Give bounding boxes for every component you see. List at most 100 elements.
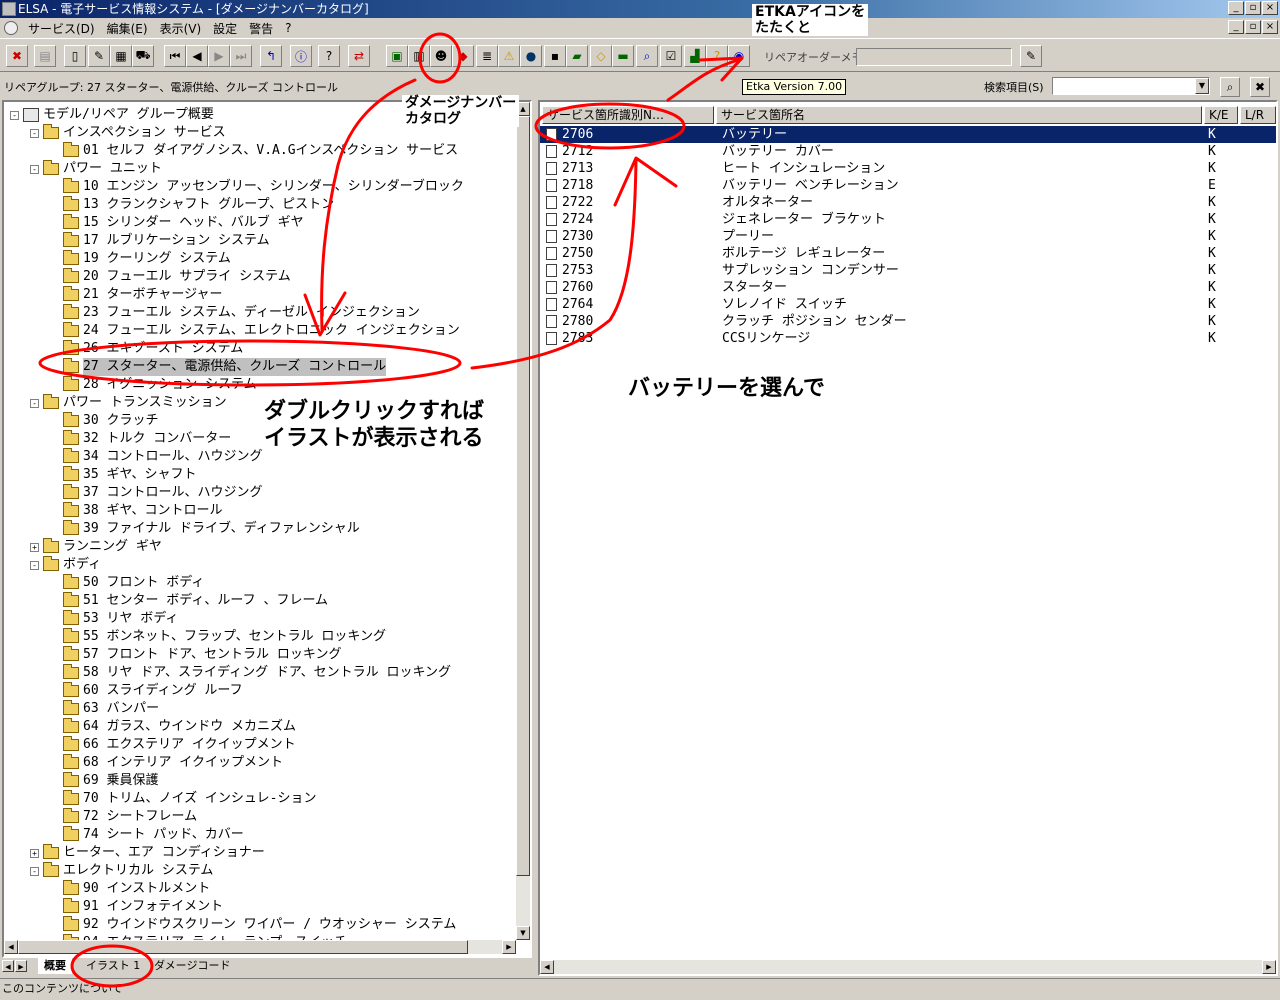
help-icon[interactable]: ? bbox=[318, 45, 340, 67]
tree-item[interactable]: + ヒーター、エア コンディショナー bbox=[30, 844, 265, 862]
car-icon[interactable]: ▬ bbox=[612, 45, 634, 67]
column-header-name[interactable]: サービス箇所名 bbox=[716, 106, 1202, 124]
tree-item[interactable]: 91 インフォテイメント bbox=[50, 898, 223, 916]
tree-item[interactable]: 19 クーリング システム bbox=[50, 250, 231, 268]
expand-icon[interactable]: + bbox=[30, 542, 39, 552]
checklist-icon[interactable]: ☑ bbox=[660, 45, 682, 67]
tree-item[interactable]: 63 バンパー bbox=[50, 700, 159, 718]
doc-restore-button[interactable]: ▫ bbox=[1245, 20, 1261, 34]
tree-item[interactable]: 58 リヤ ドア、スライディング ドア、セントラル ロッキング bbox=[50, 664, 451, 682]
chevron-down-icon[interactable]: ▼ bbox=[1195, 78, 1209, 94]
list-row[interactable]: 2753 サプレッション コンデンサー K bbox=[540, 262, 1276, 279]
expand-icon[interactable]: + bbox=[30, 848, 39, 858]
etka-icon[interactable]: ◉ bbox=[728, 45, 750, 67]
doc-minimize-button[interactable]: _ bbox=[1228, 20, 1244, 34]
search-icon[interactable]: ⌕ bbox=[1220, 77, 1240, 97]
menu-view[interactable]: 表示(V) bbox=[154, 20, 208, 37]
list-row[interactable]: 2718 バッテリー ベンチレーション E bbox=[540, 177, 1276, 194]
tree-item[interactable]: 30 クラッチ bbox=[50, 412, 158, 430]
tree-scroll-thumb[interactable] bbox=[516, 116, 530, 876]
previous-page-icon[interactable]: ◀ bbox=[186, 45, 208, 67]
new-document-icon[interactable]: ▯ bbox=[64, 45, 86, 67]
tree-item[interactable]: 72 シートフレーム bbox=[50, 808, 197, 826]
globe-icon[interactable]: ● bbox=[520, 45, 542, 67]
menu-edit[interactable]: 編集(E) bbox=[101, 20, 154, 37]
tree-item[interactable]: 68 インテリア イクイップメント bbox=[50, 754, 283, 772]
list-row[interactable]: 2713 ヒート インシュレーション K bbox=[540, 160, 1276, 177]
tree-item[interactable]: 15 シリンダー ヘッド、バルブ ギヤ bbox=[50, 214, 304, 232]
tree-item[interactable]: 21 ターボチャージャー bbox=[50, 286, 222, 304]
tag-icon[interactable]: ◇ bbox=[590, 45, 612, 67]
next-page-icon[interactable]: ▶ bbox=[208, 45, 230, 67]
tree-item[interactable]: - パワー ユニット bbox=[30, 160, 162, 178]
menu-warning[interactable]: 警告 bbox=[243, 20, 279, 37]
collapse-icon[interactable]: - bbox=[30, 398, 39, 408]
tree-item[interactable]: 34 コントロール、ハウジング bbox=[50, 448, 262, 466]
tree-item[interactable]: 50 フロント ボディ bbox=[50, 574, 204, 592]
damage-catalog-icon[interactable]: ☻ bbox=[430, 45, 452, 67]
tree-horizontal-scrollbar[interactable]: ◀ ▶ bbox=[4, 940, 516, 954]
list-row[interactable]: 2730 プーリー K bbox=[540, 228, 1276, 245]
collapse-icon[interactable]: - bbox=[30, 164, 39, 174]
exit-icon[interactable]: ✖ bbox=[6, 45, 28, 67]
save-icon[interactable]: ▪ bbox=[544, 45, 566, 67]
tree-item[interactable]: 32 トルク コンバーター bbox=[50, 430, 231, 448]
tree-item[interactable]: 69 乗員保護 bbox=[50, 772, 158, 790]
tree-item[interactable]: 26 エキゾースト システム bbox=[50, 340, 243, 358]
list-row[interactable]: 2706 バッテリー K bbox=[540, 126, 1276, 143]
tab-damage-code[interactable]: ダメージコード bbox=[148, 958, 236, 974]
list-horizontal-scrollbar[interactable]: ◀ ▶ bbox=[540, 960, 1276, 974]
collapse-icon[interactable]: - bbox=[30, 866, 39, 876]
tree-item[interactable]: 38 ギヤ、コントロール bbox=[50, 502, 222, 520]
list-scroll-left-icon[interactable]: ◀ bbox=[540, 960, 554, 974]
column-header-id[interactable]: サービス箇所識別N… bbox=[542, 106, 714, 124]
column-header-lr[interactable]: L/R bbox=[1240, 106, 1276, 124]
tree-item[interactable]: - パワー トランスミッション bbox=[30, 394, 227, 412]
list-row[interactable]: 2724 ジェネレーター ブラケット K bbox=[540, 211, 1276, 228]
print-icon[interactable]: ▤ bbox=[34, 45, 56, 67]
collapse-icon[interactable]: - bbox=[30, 560, 39, 570]
doc-close-button[interactable]: × bbox=[1262, 20, 1278, 34]
tree-item[interactable]: 35 ギヤ、シャフト bbox=[50, 466, 196, 484]
tab-next-icon[interactable]: ▶ bbox=[15, 960, 27, 972]
tree-item[interactable]: 24 フューエル システム、エレクトロニック インジェクション bbox=[50, 322, 460, 340]
swap-icon[interactable]: ⇄ bbox=[348, 45, 370, 67]
scroll-left-icon[interactable]: ◀ bbox=[4, 940, 18, 954]
tree-item[interactable]: - エレクトリカル システム bbox=[30, 862, 213, 880]
bookmark-icon[interactable]: ◆ bbox=[452, 45, 474, 67]
document-list-icon[interactable]: ≣ bbox=[476, 45, 498, 67]
column-header-ke[interactable]: K/E bbox=[1204, 106, 1238, 124]
calculator-icon[interactable]: ▣ bbox=[386, 45, 408, 67]
search-field-select[interactable]: ▼ bbox=[1052, 77, 1210, 95]
tree-item[interactable]: 51 センター ボディ、ルーフ 、フレーム bbox=[50, 592, 328, 610]
tree-item[interactable]: 66 エクステリア イクイップメント bbox=[50, 736, 296, 754]
tree-item[interactable]: 20 フューエル サプライ システム bbox=[50, 268, 291, 286]
tree-item[interactable]: - ボディ bbox=[30, 556, 101, 574]
clipboard-icon[interactable]: ▥ bbox=[408, 45, 430, 67]
close-button[interactable]: × bbox=[1262, 1, 1278, 15]
collapse-icon[interactable]: - bbox=[10, 110, 19, 120]
tree-item[interactable]: 28 イグニッション システム bbox=[50, 376, 257, 394]
menu-help[interactable]: ? bbox=[279, 21, 297, 35]
tree-item[interactable]: 13 クランクシャフト グループ、ピストン bbox=[50, 196, 334, 214]
tree-vertical-scrollbar[interactable]: ▲ ▼ bbox=[516, 102, 530, 940]
minimize-button[interactable]: _ bbox=[1228, 1, 1244, 15]
tab-overview[interactable]: 概要 bbox=[38, 958, 72, 974]
warning-icon[interactable]: ⚠ bbox=[498, 45, 520, 67]
tree-item[interactable]: 90 インストルメント bbox=[50, 880, 210, 898]
tree-item[interactable]: - モデル/リペア グループ概要 bbox=[10, 106, 214, 124]
tree-item[interactable]: + ランニング ギヤ bbox=[30, 538, 162, 556]
search-vehicle-icon[interactable]: ⌕ bbox=[636, 45, 658, 67]
scroll-down-icon[interactable]: ▼ bbox=[516, 926, 530, 940]
tree-item[interactable]: 01 セルフ ダイアグノシス、V.A.Gインスペクション サービス bbox=[50, 142, 458, 160]
search-clear-icon[interactable]: ✖ bbox=[1250, 77, 1270, 97]
list-row[interactable]: 2764 ソレノイド スイッチ K bbox=[540, 296, 1276, 313]
question-book-icon[interactable]: ? bbox=[706, 45, 728, 67]
menu-settings[interactable]: 設定 bbox=[207, 20, 243, 37]
maximize-button[interactable]: ▫ bbox=[1245, 1, 1261, 15]
vehicle-icon[interactable]: ⛟ bbox=[132, 45, 154, 67]
tree-item[interactable]: 64 ガラス、ウインドウ メカニズム bbox=[50, 718, 296, 736]
tree-item[interactable]: 60 スライディング ルーフ bbox=[50, 682, 243, 700]
tree-item[interactable]: 39 ファイナル ドライブ、ディファレンシャル bbox=[50, 520, 360, 538]
list-row[interactable]: 2712 バッテリー カバー K bbox=[540, 143, 1276, 160]
